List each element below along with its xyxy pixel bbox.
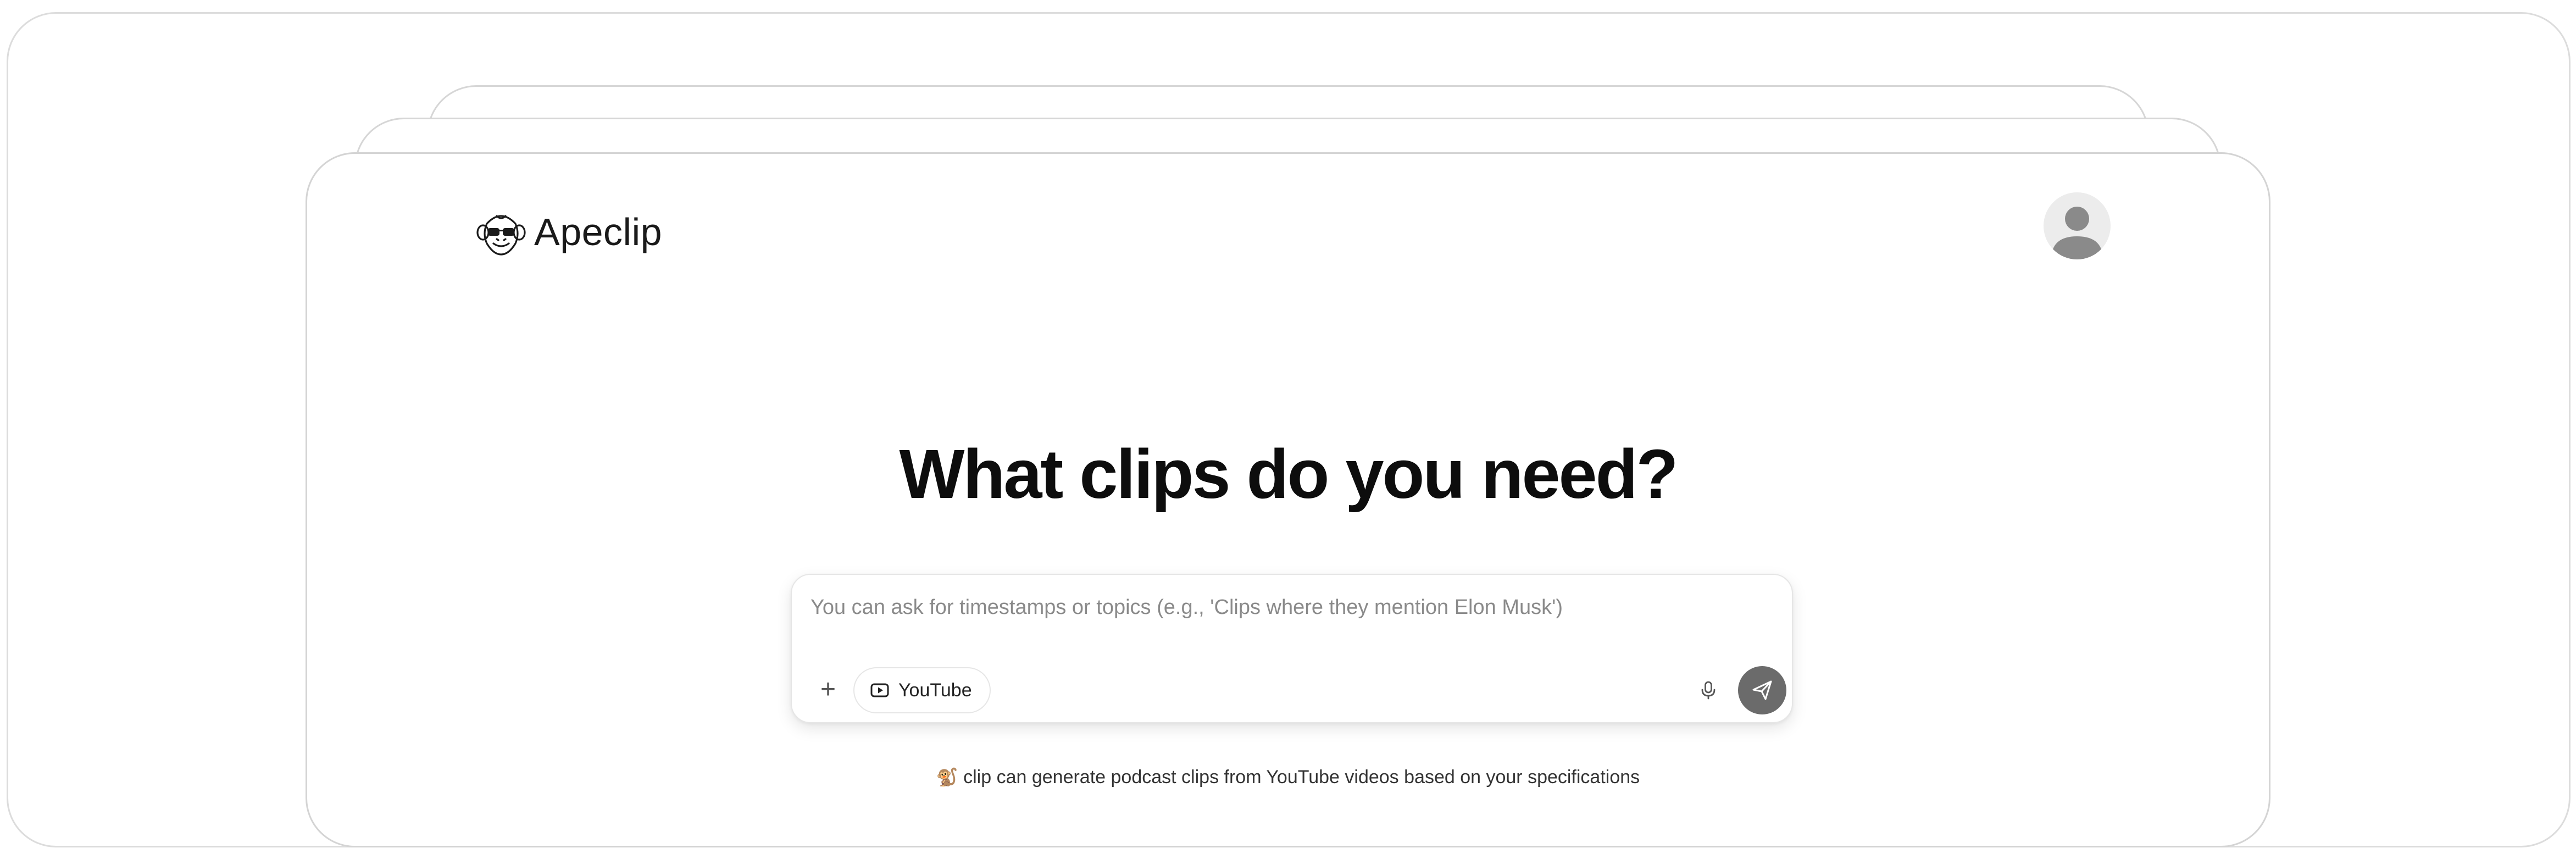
play-video-icon — [870, 683, 889, 697]
send-icon — [1752, 680, 1772, 700]
main-card: Apeclip What clips do you need? + YouTub… — [306, 152, 2270, 847]
brand[interactable]: Apeclip — [475, 207, 662, 257]
voice-input-button[interactable] — [1693, 675, 1724, 706]
page-title: What clips do you need? — [899, 435, 1678, 513]
plus-icon: + — [820, 674, 836, 704]
monkey-emoji-icon: 🐒 — [936, 767, 958, 787]
user-silhouette — [2051, 207, 2103, 259]
monkey-sunglasses-icon — [476, 215, 526, 256]
source-chip-youtube[interactable]: YouTube — [853, 667, 991, 713]
prompt-composer: + YouTube — [791, 574, 1793, 723]
send-button[interactable] — [1738, 666, 1786, 714]
footer-disclaimer: 🐒 clip can generate podcast clips from Y… — [307, 767, 2269, 788]
user-avatar-icon[interactable] — [2044, 192, 2111, 259]
prompt-input[interactable] — [810, 588, 1767, 627]
footer-text: clip can generate podcast clips from You… — [963, 767, 1640, 788]
add-attachment-button[interactable]: + — [813, 674, 843, 705]
brand-name: Apeclip — [534, 210, 663, 253]
microphone-icon — [1701, 681, 1716, 700]
source-chip-label: YouTube — [898, 679, 972, 701]
